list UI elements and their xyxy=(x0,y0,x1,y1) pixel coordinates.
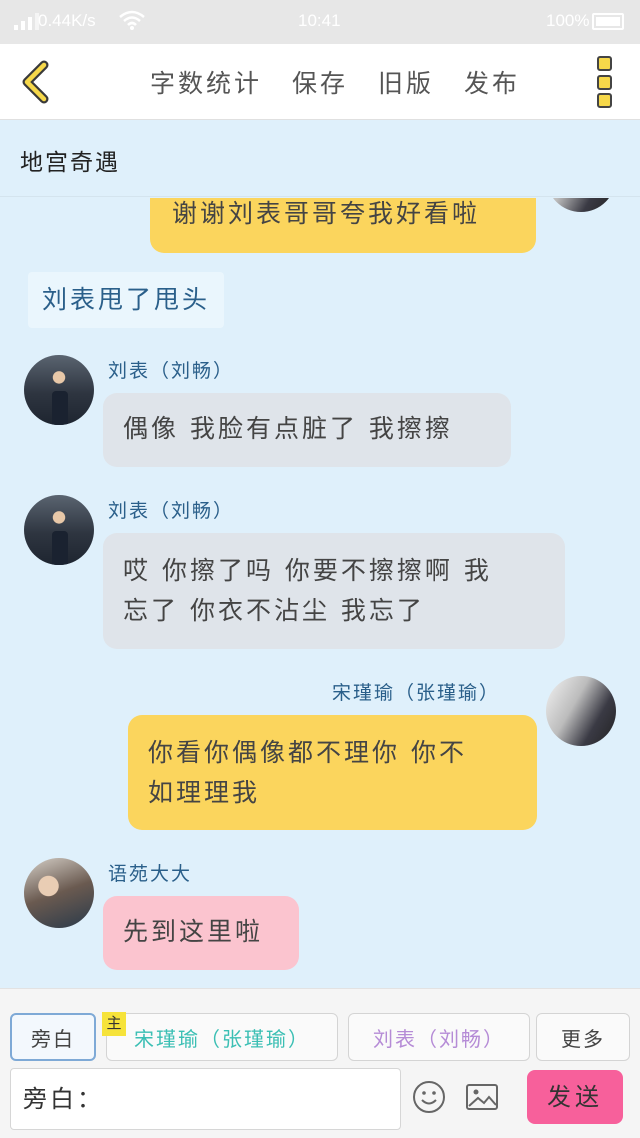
message-bubble[interactable]: 哎 你擦了吗 你要不擦擦啊 我 忘了 你衣不沾尘 我忘了 xyxy=(103,533,565,649)
message-text: 先到这里啦 xyxy=(123,917,264,946)
avatar[interactable] xyxy=(24,495,94,565)
narration-bubble[interactable]: 刘表甩了甩头 xyxy=(28,272,225,328)
image-icon[interactable] xyxy=(465,1080,499,1114)
story-title-bar: 地宫奇遇 xyxy=(0,121,640,197)
avatar[interactable] xyxy=(546,676,616,746)
message-bubble[interactable]: 你看你偶像都不理你 你不 如理理我 xyxy=(128,715,537,830)
narration-text: 刘表甩了甩头 xyxy=(42,285,211,314)
publish-button[interactable]: 发布 xyxy=(464,64,520,100)
old-version-button[interactable]: 旧版 xyxy=(378,64,434,100)
top-toolbar: 字数统计 保存 旧版 发布 xyxy=(0,44,640,120)
wifi-icon xyxy=(119,10,145,30)
save-button[interactable]: 保存 xyxy=(292,64,348,100)
avatar[interactable] xyxy=(24,858,94,928)
message-text-line: 忘了 你衣不沾尘 我忘了 xyxy=(123,596,425,625)
main-character-badge: 主 xyxy=(102,1012,126,1036)
toolbar-actions: 字数统计 保存 旧版 发布 xyxy=(150,64,520,100)
signal-icon xyxy=(14,12,39,30)
clock: 10:41 xyxy=(298,11,341,30)
message-bubble[interactable]: 先到这里啦 xyxy=(103,896,299,970)
send-button[interactable]: 发送 xyxy=(527,1070,623,1124)
chevron-left-icon[interactable] xyxy=(18,60,54,104)
network-speed: 0.44K/s xyxy=(38,11,96,30)
message-bubble[interactable]: 偶像 我脸有点脏了 我擦擦 xyxy=(103,393,511,467)
message-text-line: 你看你偶像都不理你 你不 xyxy=(148,738,467,767)
message-text: 偶像 我脸有点脏了 我擦擦 xyxy=(123,414,453,443)
sender-name: 刘表（刘畅） xyxy=(108,500,235,522)
story-title[interactable]: 地宫奇遇 xyxy=(20,143,120,177)
message-bubble[interactable]: 谢谢刘表哥哥夸我好看啦 xyxy=(150,198,536,253)
battery-icon xyxy=(592,13,624,30)
more-characters-button[interactable]: 更多 xyxy=(536,1013,630,1061)
more-vertical-icon[interactable] xyxy=(597,56,615,108)
sender-name: 刘表（刘畅） xyxy=(108,360,235,382)
chat-area[interactable]: 谢谢刘表哥哥夸我好看啦 刘表甩了甩头 刘表（刘畅） 偶像 我脸有点脏了 我擦擦 … xyxy=(0,198,640,988)
avatar[interactable] xyxy=(546,198,616,212)
character-chip-narrator[interactable]: 旁白 xyxy=(10,1013,96,1061)
message-text-line: 哎 你擦了吗 你要不擦擦啊 我 xyxy=(123,556,492,585)
message-input[interactable]: 旁白： xyxy=(10,1068,401,1130)
sender-name: 语苑大大 xyxy=(108,863,193,885)
sender-name: 宋瑾瑜（张瑾瑜） xyxy=(332,682,501,704)
message-text: 谢谢刘表哥哥夸我好看啦 xyxy=(172,199,481,228)
message-text-line: 如理理我 xyxy=(148,778,261,807)
battery-percent: 100% xyxy=(546,11,590,30)
avatar[interactable] xyxy=(24,355,94,425)
status-bar: 0.44K/s 10:41 100% xyxy=(0,0,640,44)
character-chip-liu[interactable]: 刘表（刘畅） xyxy=(348,1013,530,1061)
word-count-button[interactable]: 字数统计 xyxy=(150,64,262,100)
emoji-icon[interactable] xyxy=(412,1080,446,1114)
character-chip-song[interactable]: 宋瑾瑜（张瑾瑜） xyxy=(106,1013,338,1061)
